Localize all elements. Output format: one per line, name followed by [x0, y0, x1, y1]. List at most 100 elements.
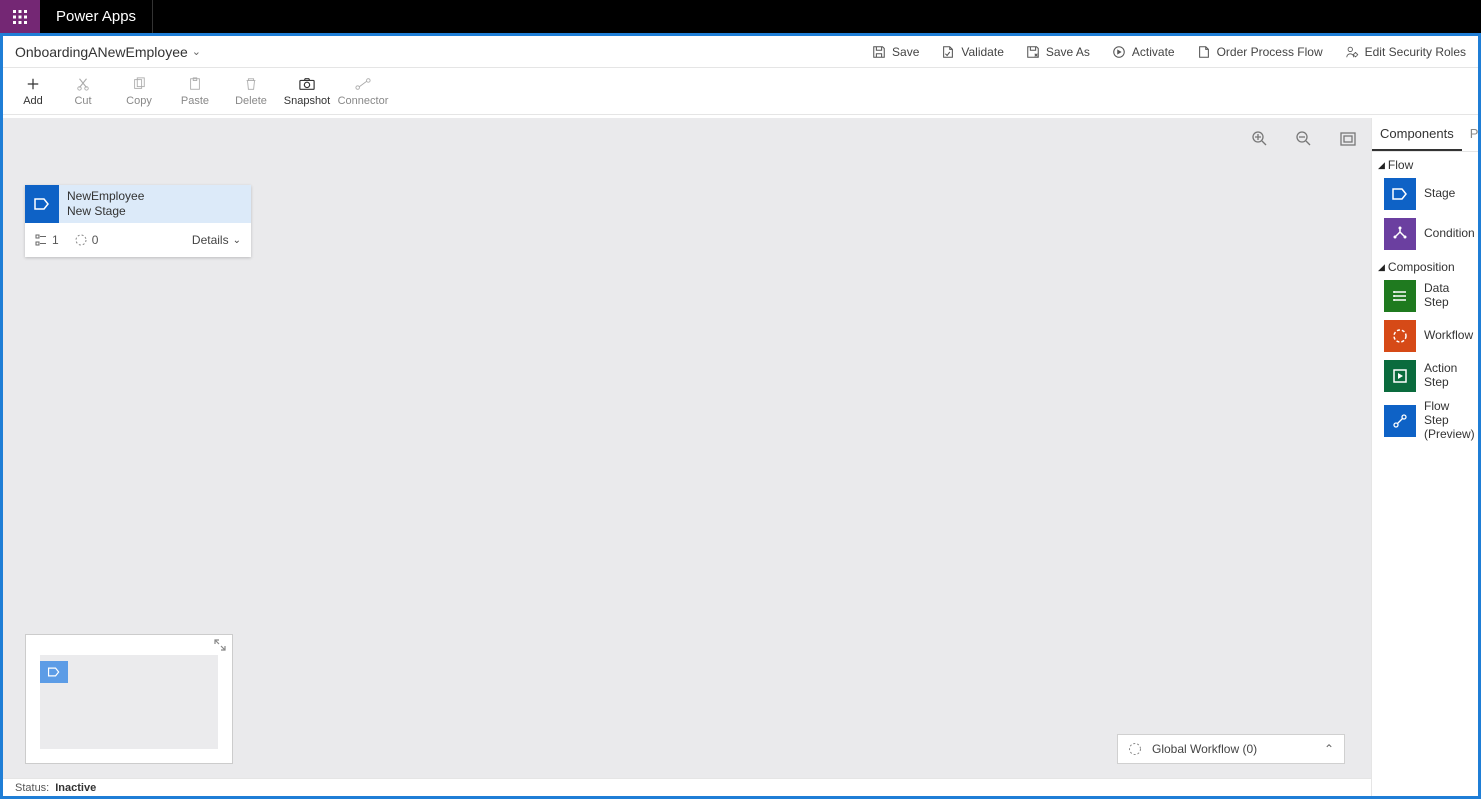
paste-icon — [188, 75, 202, 93]
component-action-step-label: Action Step — [1424, 362, 1474, 390]
section-composition-label: Composition — [1388, 260, 1455, 274]
component-stage[interactable]: Stage — [1372, 174, 1478, 214]
stage-meta: 1 0 — [35, 233, 98, 247]
activate-icon — [1112, 45, 1126, 59]
status-label: Status: — [15, 782, 49, 794]
step-count-value: 1 — [52, 233, 59, 247]
tab-components[interactable]: Components — [1372, 118, 1462, 151]
security-label: Edit Security Roles — [1365, 45, 1466, 59]
cut-icon — [76, 75, 90, 93]
zoom-controls — [1247, 126, 1361, 152]
component-stage-label: Stage — [1424, 187, 1455, 201]
save-button[interactable]: Save — [872, 45, 919, 59]
toolbar: Add Cut Copy Paste Delete — [3, 68, 1478, 115]
component-flow-step[interactable]: Flow Step (Preview) — [1372, 396, 1478, 445]
chevron-up-icon: ⌃ — [1324, 742, 1334, 756]
workflow-count-icon — [75, 234, 87, 246]
cut-label: Cut — [74, 95, 91, 107]
validate-label: Validate — [961, 45, 1003, 59]
process-name-dropdown[interactable]: OnboardingANewEmployee ⌄ — [15, 44, 201, 60]
data-step-icon — [1384, 280, 1416, 312]
status-value: Inactive — [55, 782, 96, 794]
paste-label: Paste — [181, 95, 209, 107]
stage-icon — [25, 185, 59, 223]
right-panel: Components Pro ◢ Flow Stage Condition ◢ … — [1371, 118, 1478, 796]
process-name-label: OnboardingANewEmployee — [15, 44, 188, 60]
collapse-icon: ◢ — [1378, 262, 1385, 273]
minimap-stage-icon — [40, 661, 68, 683]
app-launcher-button[interactable] — [0, 0, 40, 33]
app-title: Power Apps — [40, 0, 153, 33]
connector-label: Connector — [338, 95, 389, 107]
snapshot-button[interactable]: Snapshot — [279, 68, 335, 115]
header-actions: Save Validate Save As Activate — [872, 45, 1466, 59]
paste-button[interactable]: Paste — [167, 68, 223, 115]
snapshot-label: Snapshot — [284, 95, 330, 107]
workflow-count-value: 0 — [92, 233, 99, 247]
component-condition-label: Condition — [1424, 227, 1475, 241]
order-process-button[interactable]: Order Process Flow — [1197, 45, 1323, 59]
stage-header: NewEmployee New Stage — [25, 185, 251, 223]
validate-button[interactable]: Validate — [941, 45, 1003, 59]
activate-button[interactable]: Activate — [1112, 45, 1175, 59]
chevron-down-icon: ⌄ — [192, 45, 201, 58]
validate-icon — [941, 45, 955, 59]
zoom-out-button[interactable] — [1291, 126, 1317, 152]
stage-entity-label: NewEmployee — [67, 189, 243, 204]
section-flow-label: Flow — [1388, 158, 1413, 172]
edit-security-button[interactable]: Edit Security Roles — [1345, 45, 1466, 59]
details-toggle[interactable]: Details ⌄ — [192, 233, 241, 247]
save-as-button[interactable]: Save As — [1026, 45, 1090, 59]
condition-icon — [1384, 218, 1416, 250]
details-label: Details — [192, 233, 229, 247]
component-workflow[interactable]: Workflow — [1372, 316, 1478, 356]
app-topbar: Power Apps — [0, 0, 1481, 33]
panel-tabs: Components Pro — [1372, 118, 1478, 152]
component-flow-step-label: Flow Step (Preview) — [1424, 400, 1475, 441]
component-data-step[interactable]: Data Step — [1372, 276, 1478, 316]
section-flow[interactable]: ◢ Flow — [1372, 152, 1478, 174]
component-action-step[interactable]: Action Step — [1372, 356, 1478, 396]
stage-tile[interactable]: NewEmployee New Stage 1 0 Details — [25, 185, 251, 257]
minimap[interactable] — [25, 634, 233, 764]
component-condition[interactable]: Condition — [1372, 214, 1478, 254]
designer-frame: OnboardingANewEmployee ⌄ Save Validate — [0, 33, 1481, 799]
activate-label: Activate — [1132, 45, 1175, 59]
workflow-count: 0 — [75, 233, 99, 247]
delete-icon — [244, 75, 258, 93]
minimap-viewport — [40, 655, 218, 749]
component-data-step-label: Data Step — [1424, 282, 1474, 310]
global-workflow-bar[interactable]: Global Workflow (0) ⌃ — [1117, 734, 1345, 764]
tab-properties[interactable]: Pro — [1462, 118, 1478, 151]
global-workflow-label: Global Workflow (0) — [1152, 742, 1257, 756]
zoom-in-button[interactable] — [1247, 126, 1273, 152]
order-icon — [1197, 45, 1211, 59]
connector-icon — [355, 75, 371, 93]
component-workflow-label: Workflow — [1424, 329, 1473, 343]
copy-button[interactable]: Copy — [111, 68, 167, 115]
order-label: Order Process Flow — [1217, 45, 1323, 59]
save-label: Save — [892, 45, 919, 59]
cut-button[interactable]: Cut — [55, 68, 111, 115]
add-button[interactable]: Add — [11, 68, 55, 115]
plus-icon — [26, 75, 40, 93]
snapshot-icon — [299, 75, 315, 93]
stage-icon — [1384, 178, 1416, 210]
action-step-icon — [1384, 360, 1416, 392]
save-as-icon — [1026, 45, 1040, 59]
step-count: 1 — [35, 233, 59, 247]
status-bar: Status: Inactive — [3, 778, 1371, 796]
stage-title-area: NewEmployee New Stage — [59, 185, 251, 223]
waffle-icon — [12, 9, 28, 25]
fit-screen-button[interactable] — [1335, 126, 1361, 152]
copy-icon — [132, 75, 146, 93]
chevron-down-icon: ⌄ — [233, 235, 241, 246]
delete-button[interactable]: Delete — [223, 68, 279, 115]
add-label: Add — [23, 95, 43, 107]
workflow-icon — [1128, 742, 1142, 756]
minimap-expand-button[interactable] — [213, 638, 229, 654]
canvas[interactable]: NewEmployee New Stage 1 0 Details — [3, 118, 1371, 778]
header-row: OnboardingANewEmployee ⌄ Save Validate — [3, 36, 1478, 68]
section-composition[interactable]: ◢ Composition — [1372, 254, 1478, 276]
connector-button[interactable]: Connector — [335, 68, 391, 115]
